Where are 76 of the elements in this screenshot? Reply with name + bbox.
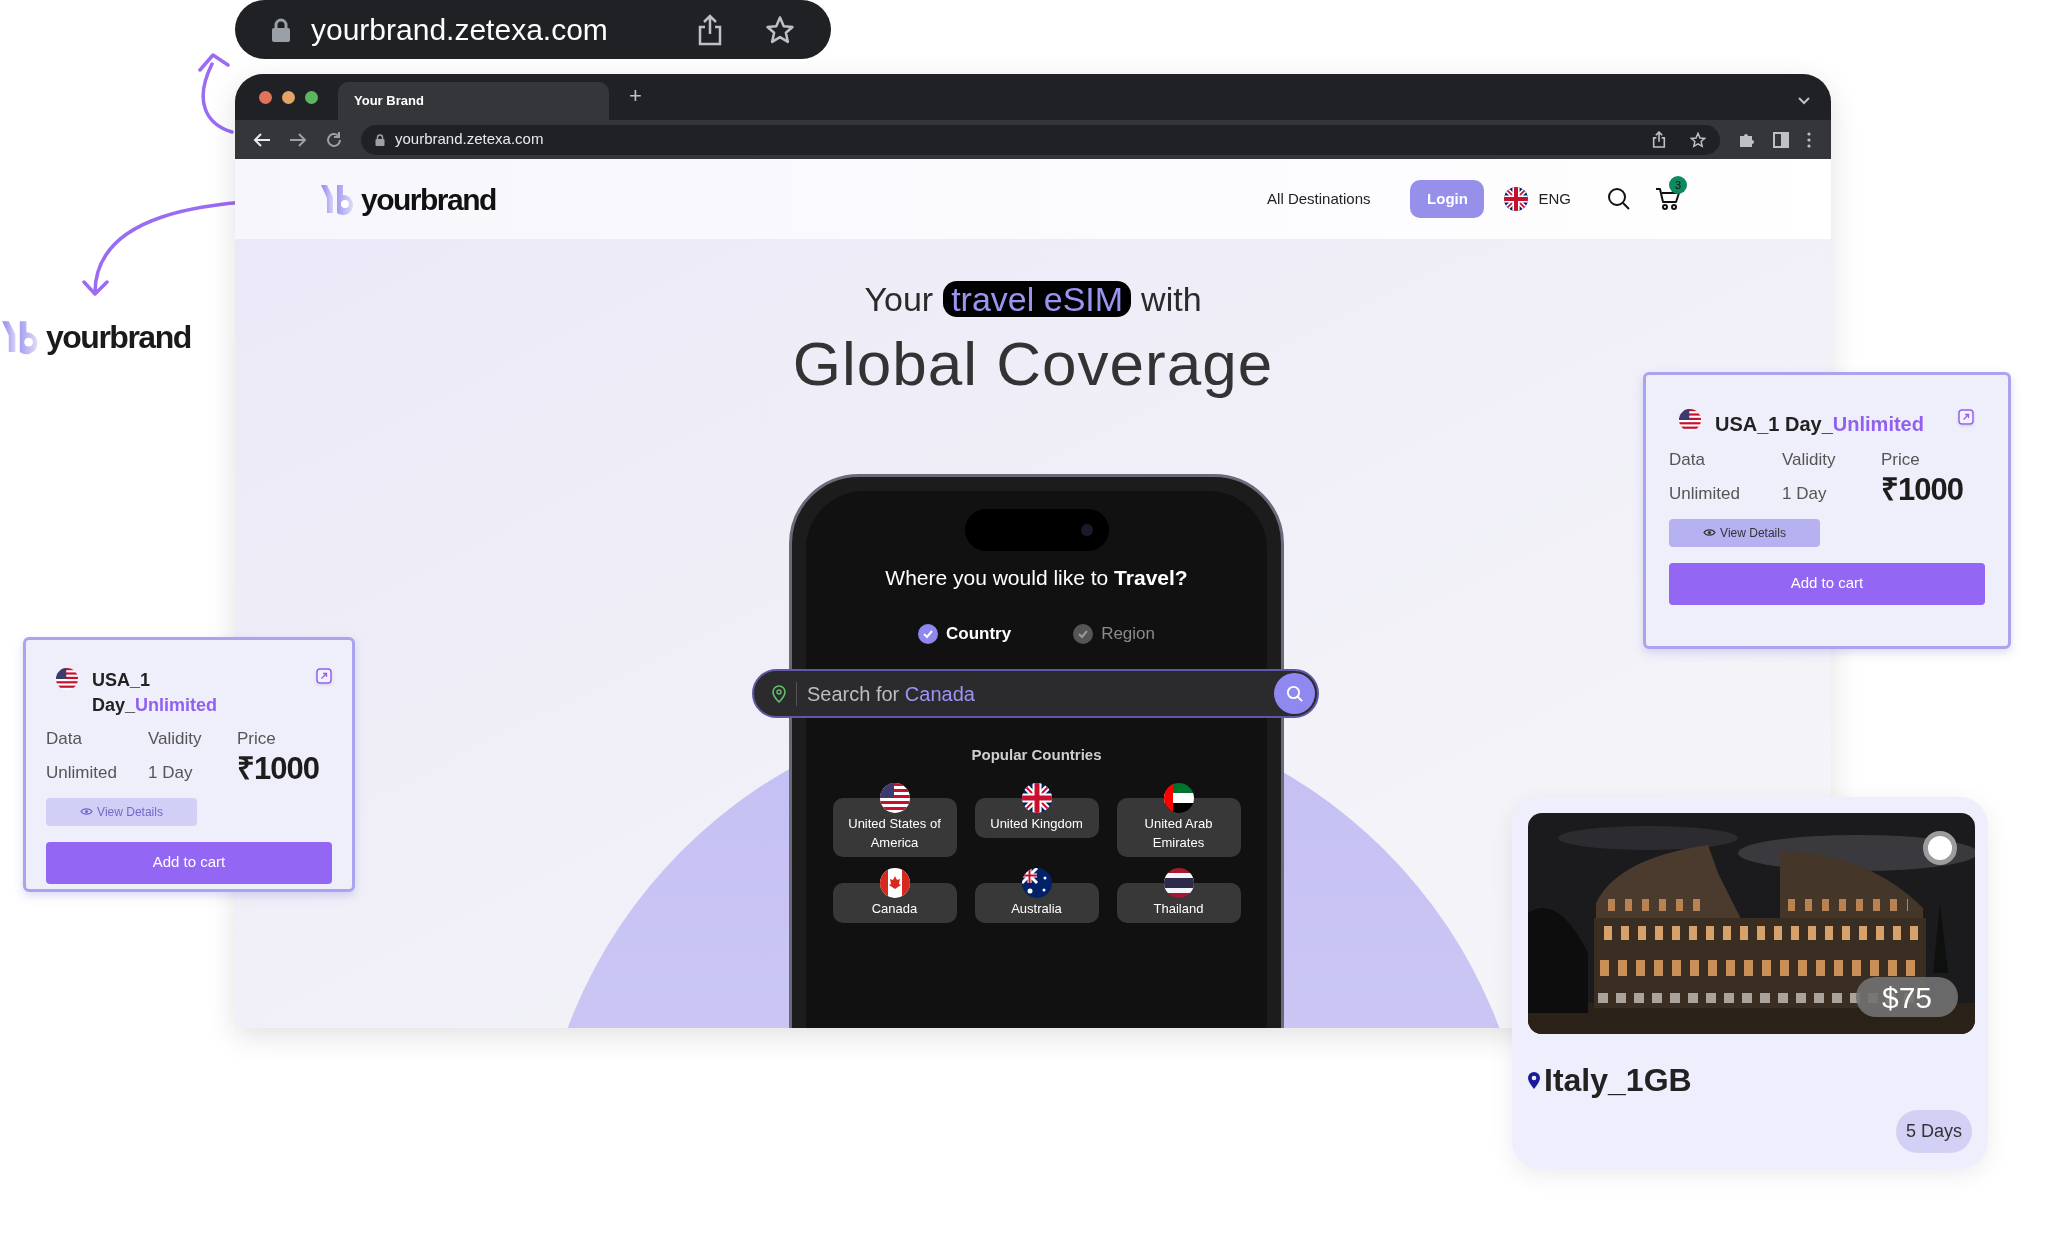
option-radio[interactable]: Country <box>917 621 1012 647</box>
language-selector[interactable]: ENG <box>1504 187 1571 211</box>
field-label: Data <box>1669 449 1706 471</box>
field-value: Unlimited <box>46 762 118 784</box>
forward-icon[interactable] <box>289 131 307 148</box>
highlight-badge: travel eSIM <box>943 281 1132 317</box>
price-text: ₹1000 <box>1881 472 1964 507</box>
field-label: Price <box>237 728 277 750</box>
plan-title: USA_1 Day_Unlimited <box>1715 412 1924 437</box>
search-icon <box>1285 684 1304 703</box>
flag-icon <box>879 783 910 813</box>
search-field[interactable]: Search for Canada <box>752 669 1319 718</box>
field-value: Unlimited <box>1669 483 1741 505</box>
country-chip[interactable]: United States of America <box>832 798 957 857</box>
flag-icon <box>1504 187 1529 211</box>
flag-icon <box>1163 868 1194 898</box>
field-value: 1 Day <box>1782 483 1828 505</box>
flag-icon <box>56 668 78 690</box>
price-text: ₹1000 <box>237 751 320 786</box>
eye-icon <box>80 807 94 816</box>
field-label: Data <box>46 728 83 750</box>
flag-icon <box>1021 868 1052 898</box>
star-icon[interactable] <box>1690 131 1706 148</box>
puzzle-icon[interactable] <box>1738 131 1755 148</box>
share-icon[interactable] <box>697 13 723 46</box>
sidebar-icon[interactable] <box>1773 131 1789 148</box>
cart-count-badge: 3 <box>1669 176 1687 194</box>
search-button[interactable] <box>1274 673 1315 714</box>
reload-icon[interactable] <box>325 130 343 149</box>
share-icon[interactable] <box>1652 131 1666 148</box>
eye-icon <box>1703 528 1717 537</box>
chevron-down-icon[interactable] <box>1797 96 1811 106</box>
country-chip[interactable]: Canada <box>832 883 957 923</box>
flag-icon <box>1021 783 1052 813</box>
location-pin-icon <box>772 684 786 703</box>
back-icon[interactable] <box>253 131 271 148</box>
hero-text: Your <box>864 279 934 319</box>
add-to-cart-button[interactable]: Add to cart <box>46 841 332 884</box>
field-label: Validity <box>148 728 203 750</box>
flag-icon <box>1163 783 1194 813</box>
hero-title: Global Coverage <box>792 331 1274 397</box>
lock-icon <box>271 17 291 42</box>
add-to-cart-button[interactable]: Add to cart <box>1669 562 1985 605</box>
price-badge: $75 <box>1856 977 1958 1017</box>
country-chip[interactable]: Australia <box>974 883 1099 923</box>
flag-icon <box>1679 409 1701 431</box>
field-value: 1 Day <box>148 762 194 784</box>
url-text: yourbrand.zetexa.com <box>311 12 609 48</box>
url-field[interactable]: yourbrand.zetexa.com <box>361 124 1720 155</box>
section-heading: Popular Countries <box>971 744 1102 765</box>
field-label: Validity <box>1782 449 1837 471</box>
camera-lens <box>1080 524 1093 536</box>
external-link-icon[interactable] <box>1957 409 1974 425</box>
more-icon[interactable] <box>1807 131 1811 148</box>
question-text: Where you would like to Travel? <box>885 565 1188 591</box>
destination-title: Italy_1GB <box>1544 1061 1692 1100</box>
new-tab-button[interactable]: + <box>629 79 642 112</box>
country-chip[interactable]: United Arab Emirates <box>1116 798 1241 857</box>
hero-text: with <box>1141 279 1202 319</box>
country-chip[interactable]: United Kingdom <box>974 798 1099 838</box>
country-chip[interactable]: Thailand <box>1116 883 1241 923</box>
star-icon[interactable] <box>765 14 795 45</box>
brand-logo-text[interactable]: yourbrand <box>361 176 496 222</box>
option-radio[interactable]: Region <box>1073 621 1155 647</box>
plan-title: USA_1 Day_Unlimited <box>92 669 219 717</box>
browser-tab[interactable]: Your Brand <box>338 82 609 120</box>
brand-logo-text: yourbrand <box>46 318 191 357</box>
field-label: Price <box>1881 449 1921 471</box>
view-details-button[interactable]: View Details <box>1669 518 1820 547</box>
nav-link[interactable]: All Destinations <box>1267 187 1371 211</box>
duration-badge: 5 Days <box>1895 1110 1972 1153</box>
location-pin-icon <box>1528 1071 1540 1089</box>
external-link-icon[interactable] <box>316 668 332 684</box>
lock-icon <box>375 133 385 146</box>
search-icon[interactable] <box>1607 187 1631 211</box>
flag-icon <box>879 868 910 898</box>
